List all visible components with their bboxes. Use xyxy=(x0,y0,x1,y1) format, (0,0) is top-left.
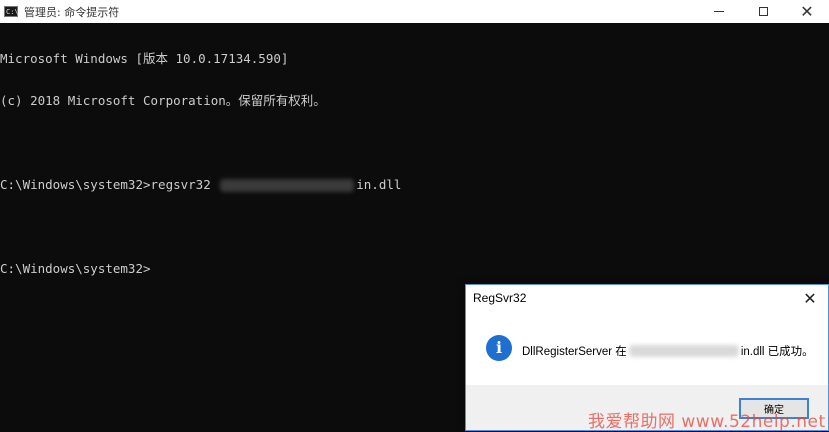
minimize-icon xyxy=(714,11,724,12)
console-line-command: C:\Windows\system32>regsvr32 in.dll xyxy=(0,178,829,192)
command-text: C:\Windows\system32>regsvr32 xyxy=(0,177,219,192)
dialog-close-button[interactable]: ✕ xyxy=(798,287,822,309)
close-icon: ✕ xyxy=(803,288,817,308)
dialog-body: i DllRegisterServer 在 in.dll 已成功。 xyxy=(466,313,828,385)
close-icon: ✕ xyxy=(800,2,814,21)
close-button[interactable]: ✕ xyxy=(785,0,829,23)
dialog-message: DllRegisterServer 在 in.dll 已成功。 xyxy=(522,343,814,359)
dialog-title: RegSvr32 xyxy=(473,291,527,305)
info-icon: i xyxy=(486,335,512,361)
message-suffix: in.dll 已成功。 xyxy=(740,346,814,358)
maximize-button[interactable] xyxy=(741,0,785,23)
redacted-path xyxy=(628,345,739,357)
title-bar[interactable]: C:\ 管理员: 命令提示符 ✕ xyxy=(0,0,829,23)
cmd-window: C:\ 管理员: 命令提示符 ✕ Microsoft Windows [版本 1… xyxy=(0,0,829,432)
cmd-icon: C:\ xyxy=(4,6,19,17)
maximize-icon xyxy=(758,7,768,16)
minimize-button[interactable] xyxy=(697,0,741,23)
watermark: 我爱帮助网 www.52help.net xyxy=(588,412,826,432)
console-line: Microsoft Windows [版本 10.0.17134.590] xyxy=(0,51,289,66)
console-output[interactable]: Microsoft Windows [版本 10.0.17134.590] (c… xyxy=(0,24,829,304)
console-prompt: C:\Windows\system32> xyxy=(0,261,151,276)
command-filename: in.dll xyxy=(356,177,402,192)
redacted-path xyxy=(220,179,355,192)
message-prefix: DllRegisterServer 在 xyxy=(522,346,627,358)
window-title: 管理员: 命令提示符 xyxy=(24,5,120,19)
window-controls: ✕ xyxy=(697,0,829,23)
console-line: (c) 2018 Microsoft Corporation。保留所有权利。 xyxy=(0,93,326,108)
